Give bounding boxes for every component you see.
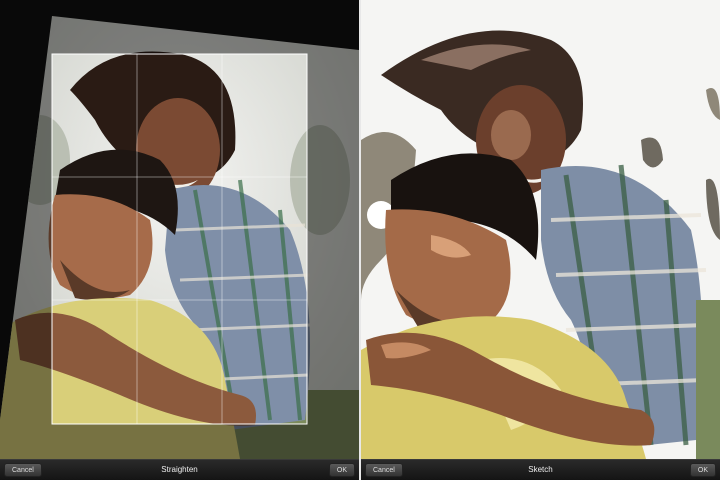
ok-button[interactable]: OK xyxy=(689,463,716,477)
rotated-photo xyxy=(0,16,359,459)
sketch-panel: Cancel Sketch OK xyxy=(361,0,720,480)
cancel-button[interactable]: Cancel xyxy=(4,463,42,477)
sketch-toolbar: Cancel Sketch OK xyxy=(361,459,720,480)
sketch-canvas[interactable] xyxy=(361,0,720,459)
straighten-toolbar: Cancel Straighten OK xyxy=(0,459,359,480)
tool-title: Sketch xyxy=(528,465,553,474)
straighten-panel: Cancel Straighten OK xyxy=(0,0,359,480)
ok-button[interactable]: OK xyxy=(328,463,355,477)
cancel-button[interactable]: Cancel xyxy=(365,463,403,477)
straighten-canvas[interactable] xyxy=(0,0,359,459)
tool-title: Straighten xyxy=(161,465,198,474)
